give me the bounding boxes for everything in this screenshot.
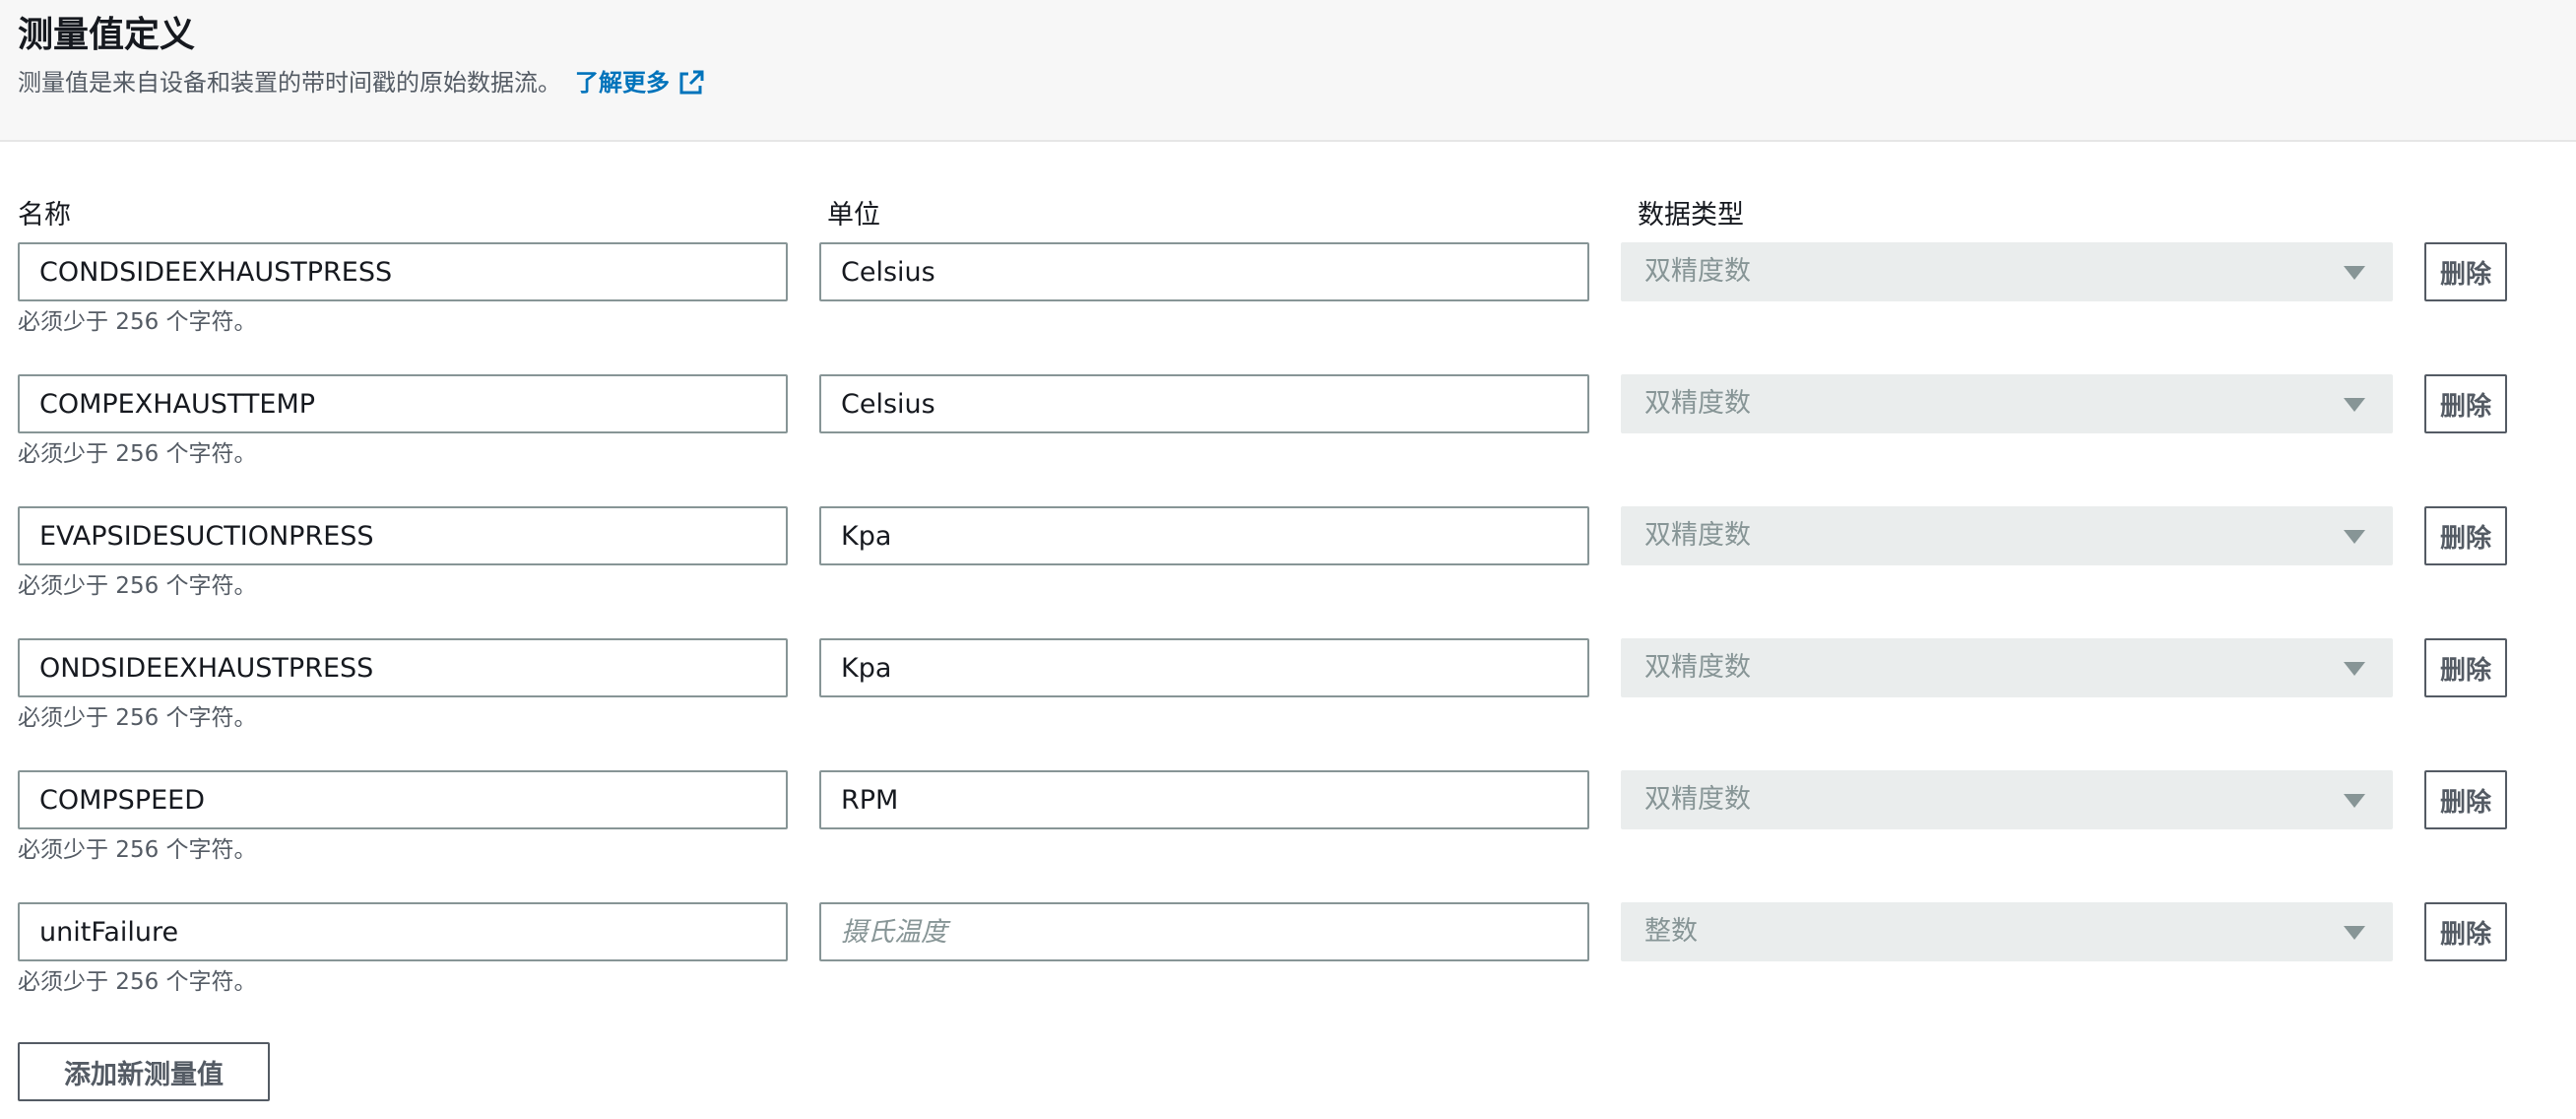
learn-more-link[interactable]: 了解更多	[575, 65, 705, 100]
measurement-name-input[interactable]	[18, 638, 788, 697]
measurement-name-input[interactable]	[18, 506, 788, 565]
caret-down-icon	[2344, 266, 2365, 280]
delete-button[interactable]: 删除	[2424, 770, 2507, 829]
data-type-select[interactable]: 双精度数	[1621, 242, 2393, 301]
measurement-name-input[interactable]	[18, 374, 788, 433]
page-title: 测量值定义	[18, 15, 196, 55]
measurement-name-input[interactable]	[18, 770, 788, 829]
data-type-value: 双精度数	[1644, 520, 1751, 551]
measurement-name-input[interactable]	[18, 902, 788, 961]
data-type-select[interactable]: 整数	[1621, 902, 2393, 961]
data-type-select[interactable]: 双精度数	[1621, 374, 2393, 433]
external-link-icon	[679, 70, 704, 95]
delete-button[interactable]: 删除	[2424, 374, 2507, 433]
caret-down-icon	[2344, 662, 2365, 676]
name-constraint-text: 必须少于 256 个字符。	[18, 573, 257, 599]
measurement-name-input[interactable]	[18, 242, 788, 301]
data-type-value: 双精度数	[1644, 784, 1751, 815]
page-description: 测量值是来自设备和装置的带时间戳的原始数据流。 了解更多	[18, 65, 705, 100]
measurement-unit-input[interactable]	[819, 506, 1589, 565]
data-type-select[interactable]: 双精度数	[1621, 506, 2393, 565]
description-text: 测量值是来自设备和装置的带时间戳的原始数据流。	[18, 69, 561, 97]
caret-down-icon	[2344, 398, 2365, 412]
delete-button[interactable]: 删除	[2424, 506, 2507, 565]
measurement-unit-input[interactable]	[819, 374, 1589, 433]
learn-more-label: 了解更多	[575, 69, 670, 97]
delete-button[interactable]: 删除	[2424, 902, 2507, 961]
data-type-select[interactable]: 双精度数	[1621, 770, 2393, 829]
name-constraint-text: 必须少于 256 个字符。	[18, 441, 257, 467]
caret-down-icon	[2344, 926, 2365, 940]
measurement-unit-input[interactable]	[819, 242, 1589, 301]
measurement-row: 双精度数 删除 必须少于 256 个字符。	[0, 770, 2576, 879]
data-type-value: 双精度数	[1644, 652, 1751, 683]
name-column-label: 名称	[18, 200, 71, 230]
measurement-row: 双精度数 删除 必须少于 256 个字符。	[0, 506, 2576, 615]
data-type-value: 整数	[1644, 916, 1698, 947]
name-constraint-text: 必须少于 256 个字符。	[18, 309, 257, 335]
name-constraint-text: 必须少于 256 个字符。	[18, 837, 257, 863]
measurement-unit-input[interactable]	[819, 638, 1589, 697]
measurement-row: 双精度数 删除 必须少于 256 个字符。	[0, 242, 2576, 351]
delete-button[interactable]: 删除	[2424, 638, 2507, 697]
caret-down-icon	[2344, 530, 2365, 544]
measurement-unit-input[interactable]	[819, 902, 1589, 961]
measurement-row: 双精度数 删除 必须少于 256 个字符。	[0, 638, 2576, 747]
caret-down-icon	[2344, 794, 2365, 808]
name-constraint-text: 必须少于 256 个字符。	[18, 969, 257, 995]
page-header: 测量值定义 测量值是来自设备和装置的带时间戳的原始数据流。 了解更多	[0, 0, 2576, 142]
measurement-row: 整数 删除 必须少于 256 个字符。	[0, 902, 2576, 1011]
name-constraint-text: 必须少于 256 个字符。	[18, 705, 257, 731]
data-type-value: 双精度数	[1644, 388, 1751, 419]
delete-button[interactable]: 删除	[2424, 242, 2507, 301]
measurement-unit-input[interactable]	[819, 770, 1589, 829]
type-column-label: 数据类型	[1638, 200, 1744, 230]
add-measurement-button[interactable]: 添加新测量值	[18, 1042, 270, 1101]
data-type-value: 双精度数	[1644, 256, 1751, 287]
data-type-select[interactable]: 双精度数	[1621, 638, 2393, 697]
unit-column-label: 单位	[827, 200, 880, 230]
measurement-row: 双精度数 删除 必须少于 256 个字符。	[0, 374, 2576, 483]
